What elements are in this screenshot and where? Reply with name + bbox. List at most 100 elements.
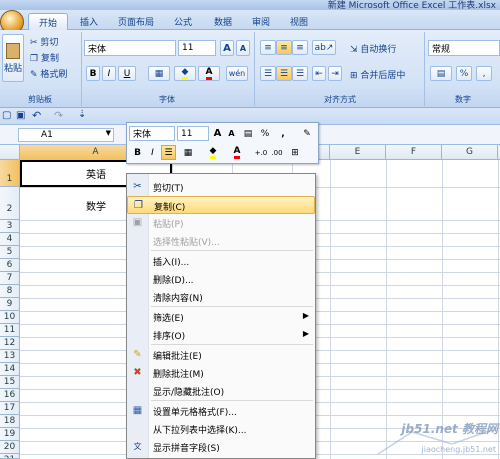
menu-item-clear-contents[interactable]: 清除内容(N) (127, 288, 315, 306)
font-name-combo[interactable]: 宋体 (84, 40, 176, 56)
align-left-button[interactable]: ☰ (260, 66, 276, 81)
row-header-16[interactable]: 16 (0, 389, 20, 402)
percent-button[interactable]: % (456, 66, 472, 81)
tab-insert[interactable]: 插入 (70, 13, 108, 30)
menu-item-sort[interactable]: 排序(O) ▶ (127, 326, 315, 344)
menu-item-show-phonetic[interactable]: 文 显示拼音字段(S) (127, 438, 315, 456)
menu-item-delete[interactable]: 删除(D)... (127, 270, 315, 288)
paste-button[interactable]: 粘贴 (2, 34, 24, 82)
column-header-f[interactable]: F (386, 145, 442, 160)
mini-grow-font-button[interactable]: A (211, 126, 224, 141)
row-header-19[interactable]: 19 (0, 428, 20, 441)
mini-accounting-button[interactable]: ▤ (240, 126, 256, 141)
row-header-4[interactable]: 4 (0, 233, 20, 246)
undo-icon[interactable]: ↶ (32, 109, 41, 122)
decrease-indent-button[interactable]: ⇤ (312, 66, 326, 81)
new-file-icon[interactable]: ▢ (2, 110, 11, 121)
align-middle-button[interactable]: ≡ (276, 40, 292, 55)
redo-icon[interactable]: ↷ (54, 109, 63, 122)
customize-qat-icon[interactable]: ⇣ (78, 109, 86, 120)
align-bottom-button[interactable]: ≡ (292, 40, 308, 55)
row-header-13[interactable]: 13 (0, 350, 20, 363)
row-header-21[interactable]: 21 (0, 454, 20, 459)
mini-font-color-button[interactable]: A (227, 145, 247, 160)
menu-item-delete-comment[interactable]: ✖ 删除批注(M) (127, 364, 315, 382)
mini-shrink-font-button[interactable]: A (225, 126, 238, 141)
mini-merge-button[interactable]: ⊞ (287, 145, 303, 160)
row-header-20[interactable]: 20 (0, 441, 20, 454)
mini-italic-button[interactable]: I (146, 145, 159, 160)
tab-review[interactable]: 审阅 (242, 13, 280, 30)
menu-item-filter[interactable]: 筛选(E) ▶ (127, 308, 315, 326)
font-size-combo[interactable]: 11 (178, 40, 216, 56)
row-header-18[interactable]: 18 (0, 415, 20, 428)
select-all-corner[interactable] (0, 145, 20, 160)
tab-data[interactable]: 数据 (204, 13, 242, 30)
mini-percent-button[interactable]: % (258, 126, 272, 141)
increase-indent-button[interactable]: ⇥ (328, 66, 342, 81)
align-right-button[interactable]: ☰ (292, 66, 308, 81)
row-header-8[interactable]: 8 (0, 285, 20, 298)
bold-button[interactable]: B (86, 66, 100, 81)
mini-decrease-decimal-button[interactable]: .00 (269, 145, 285, 160)
format-painter-button[interactable]: ✎ 格式刷 (30, 67, 67, 80)
comma-button[interactable]: , (476, 66, 492, 81)
italic-button[interactable]: I (102, 66, 116, 81)
underline-button[interactable]: U (118, 66, 136, 81)
menu-item-toggle-comment[interactable]: 显示/隐藏批注(O) (127, 382, 315, 400)
align-top-button[interactable]: ≡ (260, 40, 276, 55)
accounting-format-button[interactable]: ▤ (430, 66, 452, 81)
shrink-font-button[interactable]: A (236, 40, 250, 56)
name-box[interactable]: A1 ▼ (18, 128, 114, 142)
tab-home[interactable]: 开始 (28, 13, 69, 30)
row-header-10[interactable]: 10 (0, 311, 20, 324)
mini-comma-button[interactable]: , (276, 126, 290, 141)
row-header-9[interactable]: 9 (0, 298, 20, 311)
mini-borders-button[interactable]: ▦ (179, 145, 197, 160)
row-header-14[interactable]: 14 (0, 363, 20, 376)
align-center-button[interactable]: ☰ (276, 66, 292, 81)
row-header-12[interactable]: 12 (0, 337, 20, 350)
row-header-2[interactable]: 2 (0, 187, 20, 220)
tab-page-layout[interactable]: 页面布局 (108, 13, 164, 30)
mini-size-combo[interactable]: 11 (177, 126, 209, 141)
orientation-button[interactable]: ab↗ (312, 40, 336, 55)
menu-item-insert[interactable]: 插入(I)... (127, 252, 315, 270)
save-icon[interactable]: ▣ (16, 110, 25, 121)
row-header-1[interactable]: 1 (0, 160, 20, 187)
phonetic-button[interactable]: wén (226, 66, 248, 81)
menu-item-pick-from-list[interactable]: 从下拉列表中选择(K)... (127, 420, 315, 438)
tab-formulas[interactable]: 公式 (164, 13, 202, 30)
menu-item-edit-comment[interactable]: ✎ 编辑批注(E) (127, 346, 315, 364)
cut-button[interactable]: ✂ 剪切 (30, 35, 58, 48)
number-format-combo[interactable]: 常规 (428, 40, 500, 56)
mini-increase-decimal-button[interactable]: +.0 (253, 145, 269, 160)
mini-format-painter-button[interactable]: ✎ (299, 126, 315, 141)
mini-fill-color-button[interactable]: ◆ (203, 145, 223, 160)
column-header-g[interactable]: G (442, 145, 498, 160)
menu-item-cut[interactable]: ✂ 剪切(T) (127, 178, 315, 196)
wrap-text-button[interactable]: ⇲ 自动换行 (350, 42, 396, 55)
menu-item-format-cells[interactable]: ▦ 设置单元格格式(F)... (127, 402, 315, 420)
menu-item-paste[interactable]: ▣ 粘贴(P) (127, 214, 315, 232)
copy-button[interactable]: ❐ 复制 (30, 51, 59, 64)
mini-center-button[interactable]: ☰ (161, 145, 176, 160)
row-header-15[interactable]: 15 (0, 376, 20, 389)
tab-view[interactable]: 视图 (280, 13, 318, 30)
menu-item-paste-special[interactable]: 选择性粘贴(V)... (127, 232, 315, 250)
column-header-e[interactable]: E (330, 145, 386, 160)
merge-center-button[interactable]: ⊞ 合并后居中 (350, 68, 405, 81)
grow-font-button[interactable]: A (220, 40, 234, 56)
row-header-11[interactable]: 11 (0, 324, 20, 337)
row-header-3[interactable]: 3 (0, 220, 20, 233)
fill-color-button[interactable]: ◆ (174, 66, 196, 81)
row-header-5[interactable]: 5 (0, 246, 20, 259)
menu-item-copy[interactable]: ❐ 复制(C) (127, 196, 315, 214)
row-header-6[interactable]: 6 (0, 259, 20, 272)
mini-bold-button[interactable]: B (131, 145, 144, 160)
borders-button[interactable]: ▦ (148, 66, 170, 81)
row-header-17[interactable]: 17 (0, 402, 20, 415)
row-header-7[interactable]: 7 (0, 272, 20, 285)
font-color-button[interactable]: A (198, 66, 220, 81)
mini-font-combo[interactable]: 宋体 (129, 126, 175, 141)
